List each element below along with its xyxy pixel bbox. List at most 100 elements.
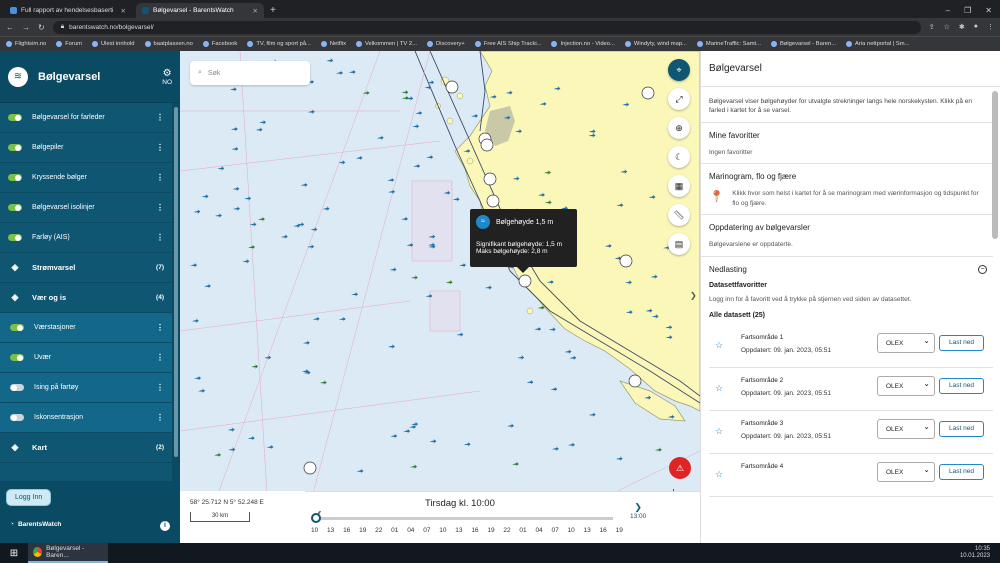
sidebar-item-ising-på-fartøy[interactable]: Ising på fartøy ⋮ — [0, 373, 172, 403]
toggle-switch[interactable] — [10, 324, 24, 331]
star-icon[interactable]: ☆ — [715, 426, 723, 437]
sidebar-item-kryssende-bølger[interactable]: Kryssende bølger ⋮ — [0, 163, 172, 193]
download-button[interactable]: Last ned — [939, 420, 984, 437]
sidebar-item-uvær[interactable]: Uvær ⋮ — [0, 343, 172, 373]
maximize-button[interactable]: ❐ — [964, 6, 971, 15]
format-select[interactable]: OLEX — [877, 461, 935, 482]
clock[interactable]: 10:35 10.01.2023 — [960, 546, 1000, 560]
download-button[interactable]: Last ned — [939, 463, 984, 480]
legend-button[interactable]: ▤ — [668, 233, 690, 255]
toggle-switch[interactable] — [8, 234, 22, 241]
favorites-title: Mine favoritter — [709, 130, 760, 140]
bookmark-item[interactable]: Free AIS Ship Tracki... — [474, 41, 541, 47]
collapse-icon[interactable]: − — [978, 264, 987, 274]
bookmark-item[interactable]: Netflix — [320, 41, 346, 47]
back-icon[interactable]: ← — [6, 23, 14, 32]
search-field[interactable]: ⌕ Søk — [190, 61, 310, 85]
tab-close-icon[interactable]: ✕ — [121, 7, 126, 15]
sidebar-item-bølgevarsel-isolinjer[interactable]: Bølgevarsel isolinjer ⋮ — [0, 193, 172, 223]
format-select[interactable]: OLEX — [877, 375, 935, 396]
panel-scrollbar[interactable] — [992, 91, 998, 239]
bookmark-item[interactable]: MarineTraffic: Samt... — [696, 41, 761, 47]
more-options-icon[interactable]: ⋮ — [156, 233, 164, 242]
puzzle-icon[interactable]: ✱ — [959, 23, 965, 31]
star-icon[interactable]: ☆ — [944, 23, 950, 31]
more-options-icon[interactable]: ⋮ — [156, 143, 164, 152]
download-button[interactable]: Last ned — [939, 377, 984, 394]
sidebar-item-iskonsentrasjon[interactable]: Iskonsentrasjon ⋮ — [0, 403, 172, 433]
bookmark-item[interactable]: Windyty, wind map... — [624, 41, 687, 47]
my-position-button[interactable]: ⊕ — [668, 117, 690, 139]
bookmark-item[interactable]: Facebook — [202, 41, 237, 47]
new-tab-button[interactable]: + — [270, 5, 276, 16]
sidebar-section-kart[interactable]: ◈ Kart (2) — [0, 433, 172, 463]
forward-icon[interactable]: → — [22, 23, 30, 32]
share-icon[interactable]: ⇪ — [929, 23, 935, 31]
map-canvas[interactable] — [180, 51, 700, 543]
bookmark-item[interactable]: Bølgevarsel - Baren... — [770, 41, 836, 47]
sidebar-item-værstasjoner[interactable]: Værstasjoner ⋮ — [0, 313, 172, 343]
toggle-switch[interactable] — [10, 354, 24, 361]
bookmark-item[interactable]: Velkommen | TV 2... — [355, 41, 417, 47]
url-field[interactable]: 🔒︎ barentswatch.no/bolgevarsel/ — [52, 20, 921, 34]
map-style-button[interactable]: ▦ — [668, 175, 690, 197]
star-icon[interactable]: ☆ — [715, 469, 723, 480]
format-select[interactable]: OLEX — [877, 332, 935, 353]
close-window-button[interactable]: ✕ — [985, 6, 992, 15]
star-icon[interactable]: ☆ — [715, 340, 723, 351]
login-button[interactable]: Logg Inn — [6, 489, 52, 506]
sidebar-scrollbar[interactable] — [172, 103, 180, 531]
menu-icon[interactable]: ⋮ — [987, 23, 994, 31]
more-options-icon[interactable]: ⋮ — [156, 173, 164, 182]
star-icon[interactable]: ☆ — [715, 383, 723, 394]
timeline-track[interactable] — [317, 517, 613, 520]
windows-start-icon[interactable]: ⊞ — [0, 548, 28, 559]
tab-close-icon[interactable]: ✕ — [253, 7, 258, 15]
more-options-icon[interactable]: ⋮ — [156, 113, 164, 122]
toggle-switch[interactable] — [10, 414, 24, 421]
sidebar-section-vær-og-is[interactable]: ◈ Vær og is (4) — [0, 283, 172, 313]
alert-button[interactable]: ⚠ — [669, 457, 691, 479]
map[interactable]: ⌕ Søk ⌖ ⤢ ⊕ ☾ ▦ 📏︎ ▤ ≈ Bølgehøyde 1,5 m … — [180, 51, 700, 543]
more-options-icon[interactable]: ⋮ — [156, 383, 164, 392]
download-button[interactable]: Last ned — [939, 334, 984, 351]
settings-button[interactable]: ⚙ NO — [162, 68, 172, 86]
bookmark-item[interactable]: Ulest innhold — [92, 41, 135, 47]
bookmark-item[interactable]: Aria nettportal | Sm... — [846, 41, 909, 47]
expand-panel-icon[interactable]: ❯ — [690, 291, 697, 300]
profile-icon[interactable]: ● — [974, 23, 978, 31]
format-select[interactable]: OLEX — [877, 418, 935, 439]
bookmark-item[interactable]: baatplassen.no — [144, 41, 193, 47]
night-mode-button[interactable]: ☾ — [668, 146, 690, 168]
next-time-button[interactable]: ❯ 13:00 — [630, 502, 646, 520]
taskbar-app[interactable]: Bølgevarsel - Baren... — [28, 543, 108, 563]
toggle-switch[interactable] — [8, 204, 22, 211]
layer-list: Bølgevarsel for farleder ⋮ Bølgepiler ⋮ Krys… — [0, 103, 172, 463]
measure-button[interactable]: 📏︎ — [668, 204, 690, 226]
fullscreen-button[interactable]: ⤢ — [668, 88, 690, 110]
more-options-icon[interactable]: ⋮ — [156, 203, 164, 212]
toggle-switch[interactable] — [8, 174, 22, 181]
bookmark-item[interactable]: Flightsim.no — [6, 41, 46, 47]
sidebar-item-bølgepiler[interactable]: Bølgepiler ⋮ — [0, 133, 172, 163]
bookmark-item[interactable]: Discovery+ — [426, 41, 465, 47]
toggle-switch[interactable] — [10, 384, 24, 391]
bookmark-item[interactable]: Forum — [56, 41, 82, 47]
sidebar-item-farløy-ais-[interactable]: Farløy (AIS) ⋮ — [0, 223, 172, 253]
more-options-icon[interactable]: ⋮ — [156, 353, 164, 362]
browser-tab-1[interactable]: Full rapport av hendelsesbaserti ✕ — [4, 3, 132, 18]
toggle-switch[interactable] — [8, 114, 22, 121]
more-options-icon[interactable]: ⋮ — [156, 413, 164, 422]
minimize-button[interactable]: – — [946, 6, 950, 15]
more-options-icon[interactable]: ⋮ — [156, 323, 164, 332]
reload-icon[interactable]: ↻ — [38, 23, 45, 32]
bookmark-item[interactable]: Injection.no - Video... — [551, 41, 615, 47]
browser-tab-2[interactable]: Bølgevarsel - BarentsWatch ✕ — [136, 3, 264, 18]
info-icon[interactable]: i — [160, 521, 170, 531]
sidebar-section-strømvarsel[interactable]: ◈ Strømvarsel (7) — [0, 253, 172, 283]
toggle-switch[interactable] — [8, 144, 22, 151]
timeline-handle[interactable] — [311, 513, 321, 523]
location-button[interactable]: ⌖ — [668, 59, 690, 81]
sidebar-item-bølgevarsel-for-farleder[interactable]: Bølgevarsel for farleder ⋮ — [0, 103, 172, 133]
bookmark-item[interactable]: TV, film og sport på... — [247, 41, 311, 47]
